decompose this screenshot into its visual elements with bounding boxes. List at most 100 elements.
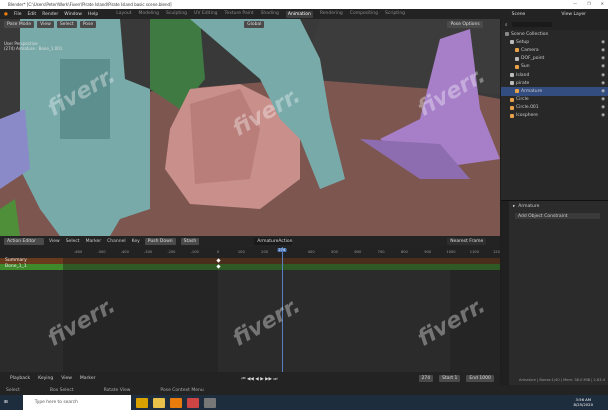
dopesheet-menu-select[interactable]: Select: [66, 239, 80, 244]
push-down-button[interactable]: Push Down: [144, 238, 176, 245]
editor-mode-selector[interactable]: Action Editor: [4, 238, 44, 245]
outliner-item[interactable]: Icosphere ◉: [501, 112, 608, 120]
scene-render: [0, 19, 500, 236]
visibility-eye-icon[interactable]: ◉: [601, 113, 605, 118]
add-object-constraint-button[interactable]: Add Object Constraint: [515, 213, 600, 219]
start-frame-field[interactable]: Start 1: [439, 375, 461, 382]
outliner-item[interactable]: Island ◉: [501, 71, 608, 79]
top-menu-bar: ● File Edit Render Window Help Layout Modeling…: [0, 9, 608, 19]
menu-render[interactable]: Render: [42, 12, 58, 17]
visibility-eye-icon[interactable]: ◉: [601, 40, 605, 45]
dope-sheet-header: Action Editor View Select Marker Channel Key…: [0, 236, 500, 247]
timeline-menu-keying[interactable]: Keying: [38, 376, 53, 381]
outliner-item-label: Circle.001: [516, 105, 539, 111]
dope-sheet-editor[interactable]: Action Editor View Select Marker Channel Key…: [0, 236, 500, 372]
properties-tab-bar[interactable]: [501, 201, 509, 386]
outliner-search-icon[interactable]: ⌕: [505, 22, 508, 28]
frame-tick-label: -600: [74, 250, 83, 254]
workspace-tab-rendering[interactable]: Rendering: [320, 11, 343, 18]
menu-window[interactable]: Window: [64, 12, 82, 17]
workspace-tab-layout[interactable]: Layout: [116, 11, 131, 18]
menu-file[interactable]: File: [14, 12, 22, 17]
end-frame-field[interactable]: End 1000: [466, 375, 494, 382]
viewport-menu-select[interactable]: Select: [56, 21, 77, 28]
close-button[interactable]: ✕: [601, 1, 604, 6]
minimize-button[interactable]: —: [573, 1, 577, 6]
outliner-root[interactable]: Scene Collection: [501, 30, 608, 38]
snap-selector[interactable]: Nearest Frame: [447, 238, 487, 245]
outliner-item-label: Icosphere: [516, 113, 538, 119]
dopesheet-menu-view[interactable]: View: [49, 239, 60, 244]
menu-edit[interactable]: Edit: [27, 12, 36, 17]
3d-viewport[interactable]: Pose Mode View Select Pose Global Pose O…: [0, 19, 500, 236]
status-box-select: Box Select: [49, 387, 74, 393]
outliner-item[interactable]: Circle ◉: [501, 96, 608, 104]
outliner-item[interactable]: DOF_point ◉: [501, 55, 608, 63]
workspace-tab-modeling[interactable]: Modeling: [139, 11, 159, 18]
workspace-tab-uv-editing[interactable]: UV Editing: [194, 11, 217, 18]
viewport-menu-view[interactable]: View: [37, 21, 54, 28]
orientation-selector[interactable]: Global: [244, 21, 265, 28]
status-rotate-view: Rotate View: [103, 387, 131, 393]
pose-options-button[interactable]: Pose Options: [447, 21, 483, 28]
outliner-item-label: Armature: [521, 88, 543, 94]
steam-icon[interactable]: [203, 397, 216, 408]
outliner-item[interactable]: Sun ◉: [501, 63, 608, 71]
workspace-tab-sculpting[interactable]: Sculpting: [166, 11, 187, 18]
outliner-search-input[interactable]: [511, 22, 552, 27]
visibility-eye-icon[interactable]: ◉: [601, 105, 605, 110]
channel-bone[interactable]: Bone_1_1: [0, 264, 63, 270]
mode-selector[interactable]: Pose Mode: [4, 21, 35, 28]
view-layer-selector[interactable]: View Layer: [561, 12, 586, 17]
windows-start-icon[interactable]: ⊞: [4, 400, 8, 405]
scene-selector[interactable]: Scene: [512, 12, 526, 17]
dopesheet-menu-marker[interactable]: Marker: [86, 239, 102, 244]
current-frame-label[interactable]: 274: [277, 248, 287, 252]
visibility-eye-icon[interactable]: ◉: [601, 56, 605, 61]
frame-tick-label: 400: [307, 250, 315, 254]
workspace-tab-animation[interactable]: Animation: [285, 10, 313, 18]
dopesheet-menu-key[interactable]: Key: [132, 239, 140, 244]
frame-tick-label: -400: [120, 250, 129, 254]
frame-ruler[interactable]: -600 -500 -400 -300 -200 -100 0 100 200 400 500 600…: [0, 247, 500, 258]
outliner-item[interactable]: Camera ◉: [501, 46, 608, 54]
visibility-eye-icon[interactable]: ◉: [601, 97, 605, 102]
menu-help[interactable]: Help: [88, 12, 98, 17]
visibility-eye-icon[interactable]: ◉: [601, 48, 605, 53]
dopesheet-menu-channel[interactable]: Channel: [107, 239, 125, 244]
outliner-item[interactable]: pirate ◉: [501, 79, 608, 87]
taskbar-search-input[interactable]: Type here to search: [22, 395, 131, 410]
visibility-eye-icon[interactable]: ◉: [601, 64, 605, 69]
outliner-item-label: DOF_point: [521, 56, 545, 62]
file-explorer-icon[interactable]: [152, 397, 165, 408]
timeline-menu-playback[interactable]: Playback: [10, 376, 30, 381]
workspace-tab-texture-paint[interactable]: Texture Paint: [225, 11, 254, 18]
visibility-eye-icon[interactable]: ◉: [601, 81, 605, 86]
stash-button[interactable]: Stash: [180, 238, 200, 245]
action-selector[interactable]: ArmatureAction: [254, 238, 292, 245]
playhead[interactable]: [281, 247, 283, 372]
blender-taskbar-icon[interactable]: [169, 397, 182, 408]
visibility-eye-icon[interactable]: ◉: [601, 73, 605, 78]
frame-tick-label: -500: [97, 250, 106, 254]
outliner-item[interactable]: Setup ◉: [501, 38, 608, 46]
timeline-menu-marker[interactable]: Marker: [80, 376, 96, 381]
timeline-menu-view[interactable]: View: [61, 376, 72, 381]
workspace-tab-shading[interactable]: Shading: [261, 11, 279, 18]
clock[interactable]: 3:56 AM 8/25/2020: [574, 397, 593, 407]
outliner-item[interactable]: Circle.001 ◉: [501, 104, 608, 112]
viewport-menu-pose[interactable]: Pose: [79, 21, 97, 28]
maximize-button[interactable]: ❐: [587, 1, 591, 6]
object-type-icon: [515, 48, 519, 53]
workspace-tab-scripting[interactable]: Scripting: [385, 11, 405, 18]
blender-logo-icon[interactable]: ●: [4, 12, 8, 17]
outliner-item[interactable]: Armature ◉: [501, 87, 608, 96]
status-select: Select: [6, 387, 20, 393]
chrome-icon[interactable]: [135, 397, 148, 408]
visibility-eye-icon[interactable]: ◉: [601, 89, 605, 94]
app-icon[interactable]: [186, 397, 199, 408]
workspace-tab-compositing[interactable]: Compositing: [350, 11, 378, 18]
current-frame-field[interactable]: 274: [418, 375, 434, 382]
playback-controls[interactable]: ⏮ ◀◀ ◀ ▶ ▶▶ ⏭: [241, 376, 277, 382]
frame-tick-label: -100: [190, 250, 199, 254]
